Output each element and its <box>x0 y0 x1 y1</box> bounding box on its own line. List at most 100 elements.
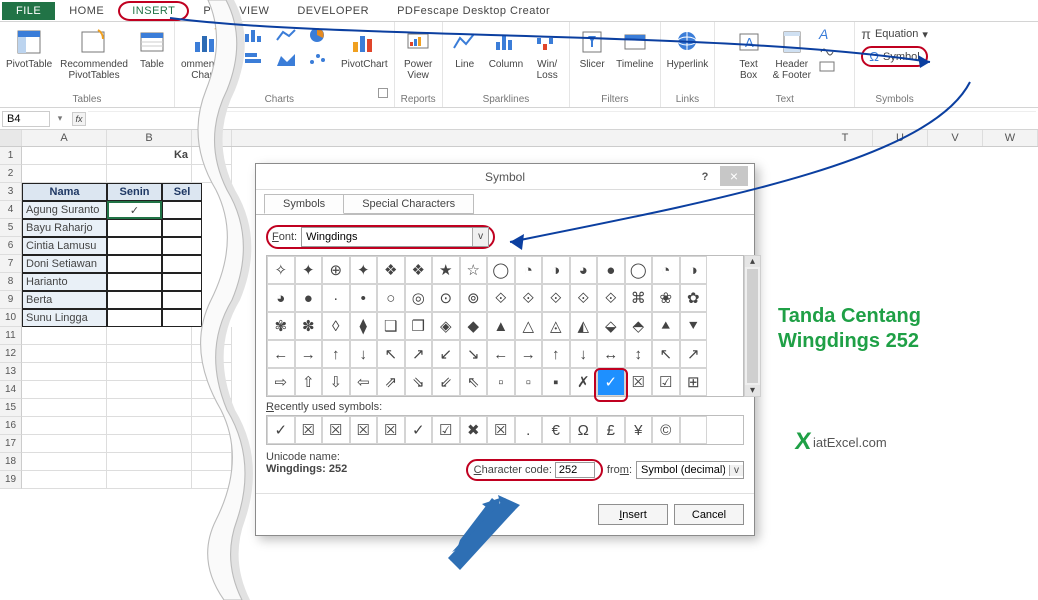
spark-winloss-button[interactable]: Win/ Loss <box>531 26 563 81</box>
symbol-cell[interactable]: ⊕ <box>322 256 350 284</box>
rowhead[interactable]: 9 <box>0 291 22 309</box>
symbol-cell[interactable]: ⟐ <box>570 284 598 312</box>
symbol-cell[interactable]: ✧ <box>267 256 295 284</box>
powerview-button[interactable]: Power View <box>402 26 434 81</box>
symbol-cell[interactable]: ○ <box>377 284 405 312</box>
symbol-cell[interactable]: ↖ <box>377 340 405 368</box>
cell[interactable] <box>107 219 162 237</box>
symbol-cell[interactable]: ❑ <box>377 312 405 340</box>
symbol-cell[interactable]: ☑ <box>652 368 680 396</box>
cell[interactable] <box>162 255 202 273</box>
cell-name[interactable]: Berta <box>22 291 107 309</box>
symbol-cell[interactable]: ✦ <box>350 256 378 284</box>
chevron-down-icon[interactable]: v <box>729 465 743 476</box>
symbol-cell[interactable]: ✗ <box>570 368 598 396</box>
recommended-pivottables-button[interactable]: Recommended PivotTables <box>60 26 128 81</box>
symbol-cell[interactable]: ⇙ <box>432 368 460 396</box>
cell-b4-active[interactable]: ✓ <box>107 201 162 219</box>
colhead-a[interactable]: A <box>22 130 107 146</box>
equation-button[interactable]: πEquation▾ <box>861 26 928 42</box>
symbol-cell[interactable]: → <box>515 340 543 368</box>
rowhead[interactable]: 12 <box>0 345 22 363</box>
signature-button[interactable] <box>819 44 837 59</box>
rowhead[interactable]: 3 <box>0 183 22 201</box>
cell-b1[interactable]: Ka <box>107 147 192 165</box>
cell[interactable] <box>162 237 202 255</box>
symbol-cell[interactable]: ◑ <box>542 256 570 284</box>
recent-symbol-cell[interactable]: ☒ <box>350 416 378 444</box>
rowhead[interactable]: 1 <box>0 147 22 165</box>
symbol-grid-scrollbar[interactable]: ▴▾ <box>744 255 761 397</box>
recent-symbol-cell[interactable]: ☒ <box>295 416 323 444</box>
symbol-cell[interactable]: ☒ <box>625 368 653 396</box>
name-box[interactable] <box>2 111 50 127</box>
header-nama[interactable]: Nama <box>22 183 107 201</box>
cell-name[interactable]: Agung Suranto <box>22 201 107 219</box>
symbol-cell[interactable]: ⇧ <box>295 368 323 396</box>
table-button[interactable]: Table <box>136 26 168 71</box>
rowhead[interactable]: 6 <box>0 237 22 255</box>
header-senin[interactable]: Senin <box>107 183 162 201</box>
fx-icon[interactable]: fx <box>72 112 86 126</box>
symbol-cell[interactable]: ⊙ <box>432 284 460 312</box>
symbol-cell[interactable]: ★ <box>432 256 460 284</box>
symbol-cell[interactable]: ◈ <box>432 312 460 340</box>
hyperlink-button[interactable]: Hyperlink <box>667 26 709 71</box>
formula-bar[interactable] <box>88 111 1036 127</box>
cell[interactable] <box>162 309 202 327</box>
symbol-cell[interactable]: ⌘ <box>625 284 653 312</box>
spark-line-button[interactable]: Line <box>449 26 481 71</box>
font-combobox[interactable]: v <box>301 227 489 247</box>
symbol-cell[interactable]: ⇦ <box>350 368 378 396</box>
rowhead[interactable]: 19 <box>0 471 22 489</box>
symbol-cell[interactable]: ◯ <box>487 256 515 284</box>
scatter-chart-button[interactable] <box>303 50 333 72</box>
symbol-cell[interactable]: ◕ <box>267 284 295 312</box>
tab-home[interactable]: HOME <box>55 2 118 20</box>
pivottable-button[interactable]: PivotTable <box>6 26 52 71</box>
tab-partial[interactable]: P <box>189 2 225 20</box>
cell-name[interactable]: Sunu Lingga <box>22 309 107 327</box>
symbol-cell[interactable]: · <box>322 284 350 312</box>
symbol-cell[interactable]: ◆ <box>460 312 488 340</box>
recently-used-grid[interactable]: ✓☒☒☒☒✓☑✖☒.€Ω£¥© <box>266 415 744 445</box>
recent-symbol-cell[interactable]: ☑ <box>432 416 460 444</box>
cell[interactable] <box>162 201 202 219</box>
recent-symbol-cell[interactable]: . <box>515 416 543 444</box>
symbol-cell[interactable]: ◕ <box>570 256 598 284</box>
symbol-button[interactable]: ΩSymbol <box>861 46 927 67</box>
insert-button[interactable]: Insert <box>598 504 668 525</box>
tab-file[interactable]: FILE <box>2 2 55 20</box>
rowhead[interactable]: 11 <box>0 327 22 345</box>
symbol-cell[interactable]: ❒ <box>405 312 433 340</box>
rowhead[interactable]: 16 <box>0 417 22 435</box>
rowhead[interactable]: 17 <box>0 435 22 453</box>
rowhead[interactable]: 10 <box>0 309 22 327</box>
recent-symbol-cell[interactable]: ✖ <box>460 416 488 444</box>
dialog-help-button[interactable]: ? <box>696 168 714 186</box>
symbol-cell[interactable]: ❖ <box>405 256 433 284</box>
chevron-down-icon[interactable]: v <box>472 228 488 246</box>
symbol-cell[interactable]: ↙ <box>432 340 460 368</box>
recent-symbol-cell[interactable]: ✓ <box>405 416 433 444</box>
from-combobox[interactable]: v <box>636 461 744 479</box>
symbol-cell[interactable]: △ <box>515 312 543 340</box>
symbol-cell[interactable]: ▪ <box>542 368 570 396</box>
tab-special-characters[interactable]: Special Characters <box>343 194 474 214</box>
symbol-cell[interactable]: ◯ <box>625 256 653 284</box>
rowhead[interactable]: 13 <box>0 363 22 381</box>
rowhead[interactable]: 15 <box>0 399 22 417</box>
cancel-button[interactable]: Cancel <box>674 504 744 525</box>
recent-symbol-cell[interactable]: ✓ <box>267 416 295 444</box>
symbol-cell[interactable]: • <box>350 284 378 312</box>
recent-symbol-cell[interactable]: ☒ <box>377 416 405 444</box>
symbol-cell[interactable]: ◔ <box>515 256 543 284</box>
symbol-cell[interactable]: ◑ <box>680 256 708 284</box>
symbol-cell[interactable]: ◭ <box>570 312 598 340</box>
symbol-cell[interactable]: ↓ <box>570 340 598 368</box>
cell-name[interactable]: Doni Setiawan <box>22 255 107 273</box>
symbol-cell[interactable]: ↘ <box>460 340 488 368</box>
timeline-button[interactable]: Timeline <box>616 26 653 71</box>
symbol-cell[interactable]: ● <box>597 256 625 284</box>
symbol-cell[interactable]: ⟐ <box>515 284 543 312</box>
